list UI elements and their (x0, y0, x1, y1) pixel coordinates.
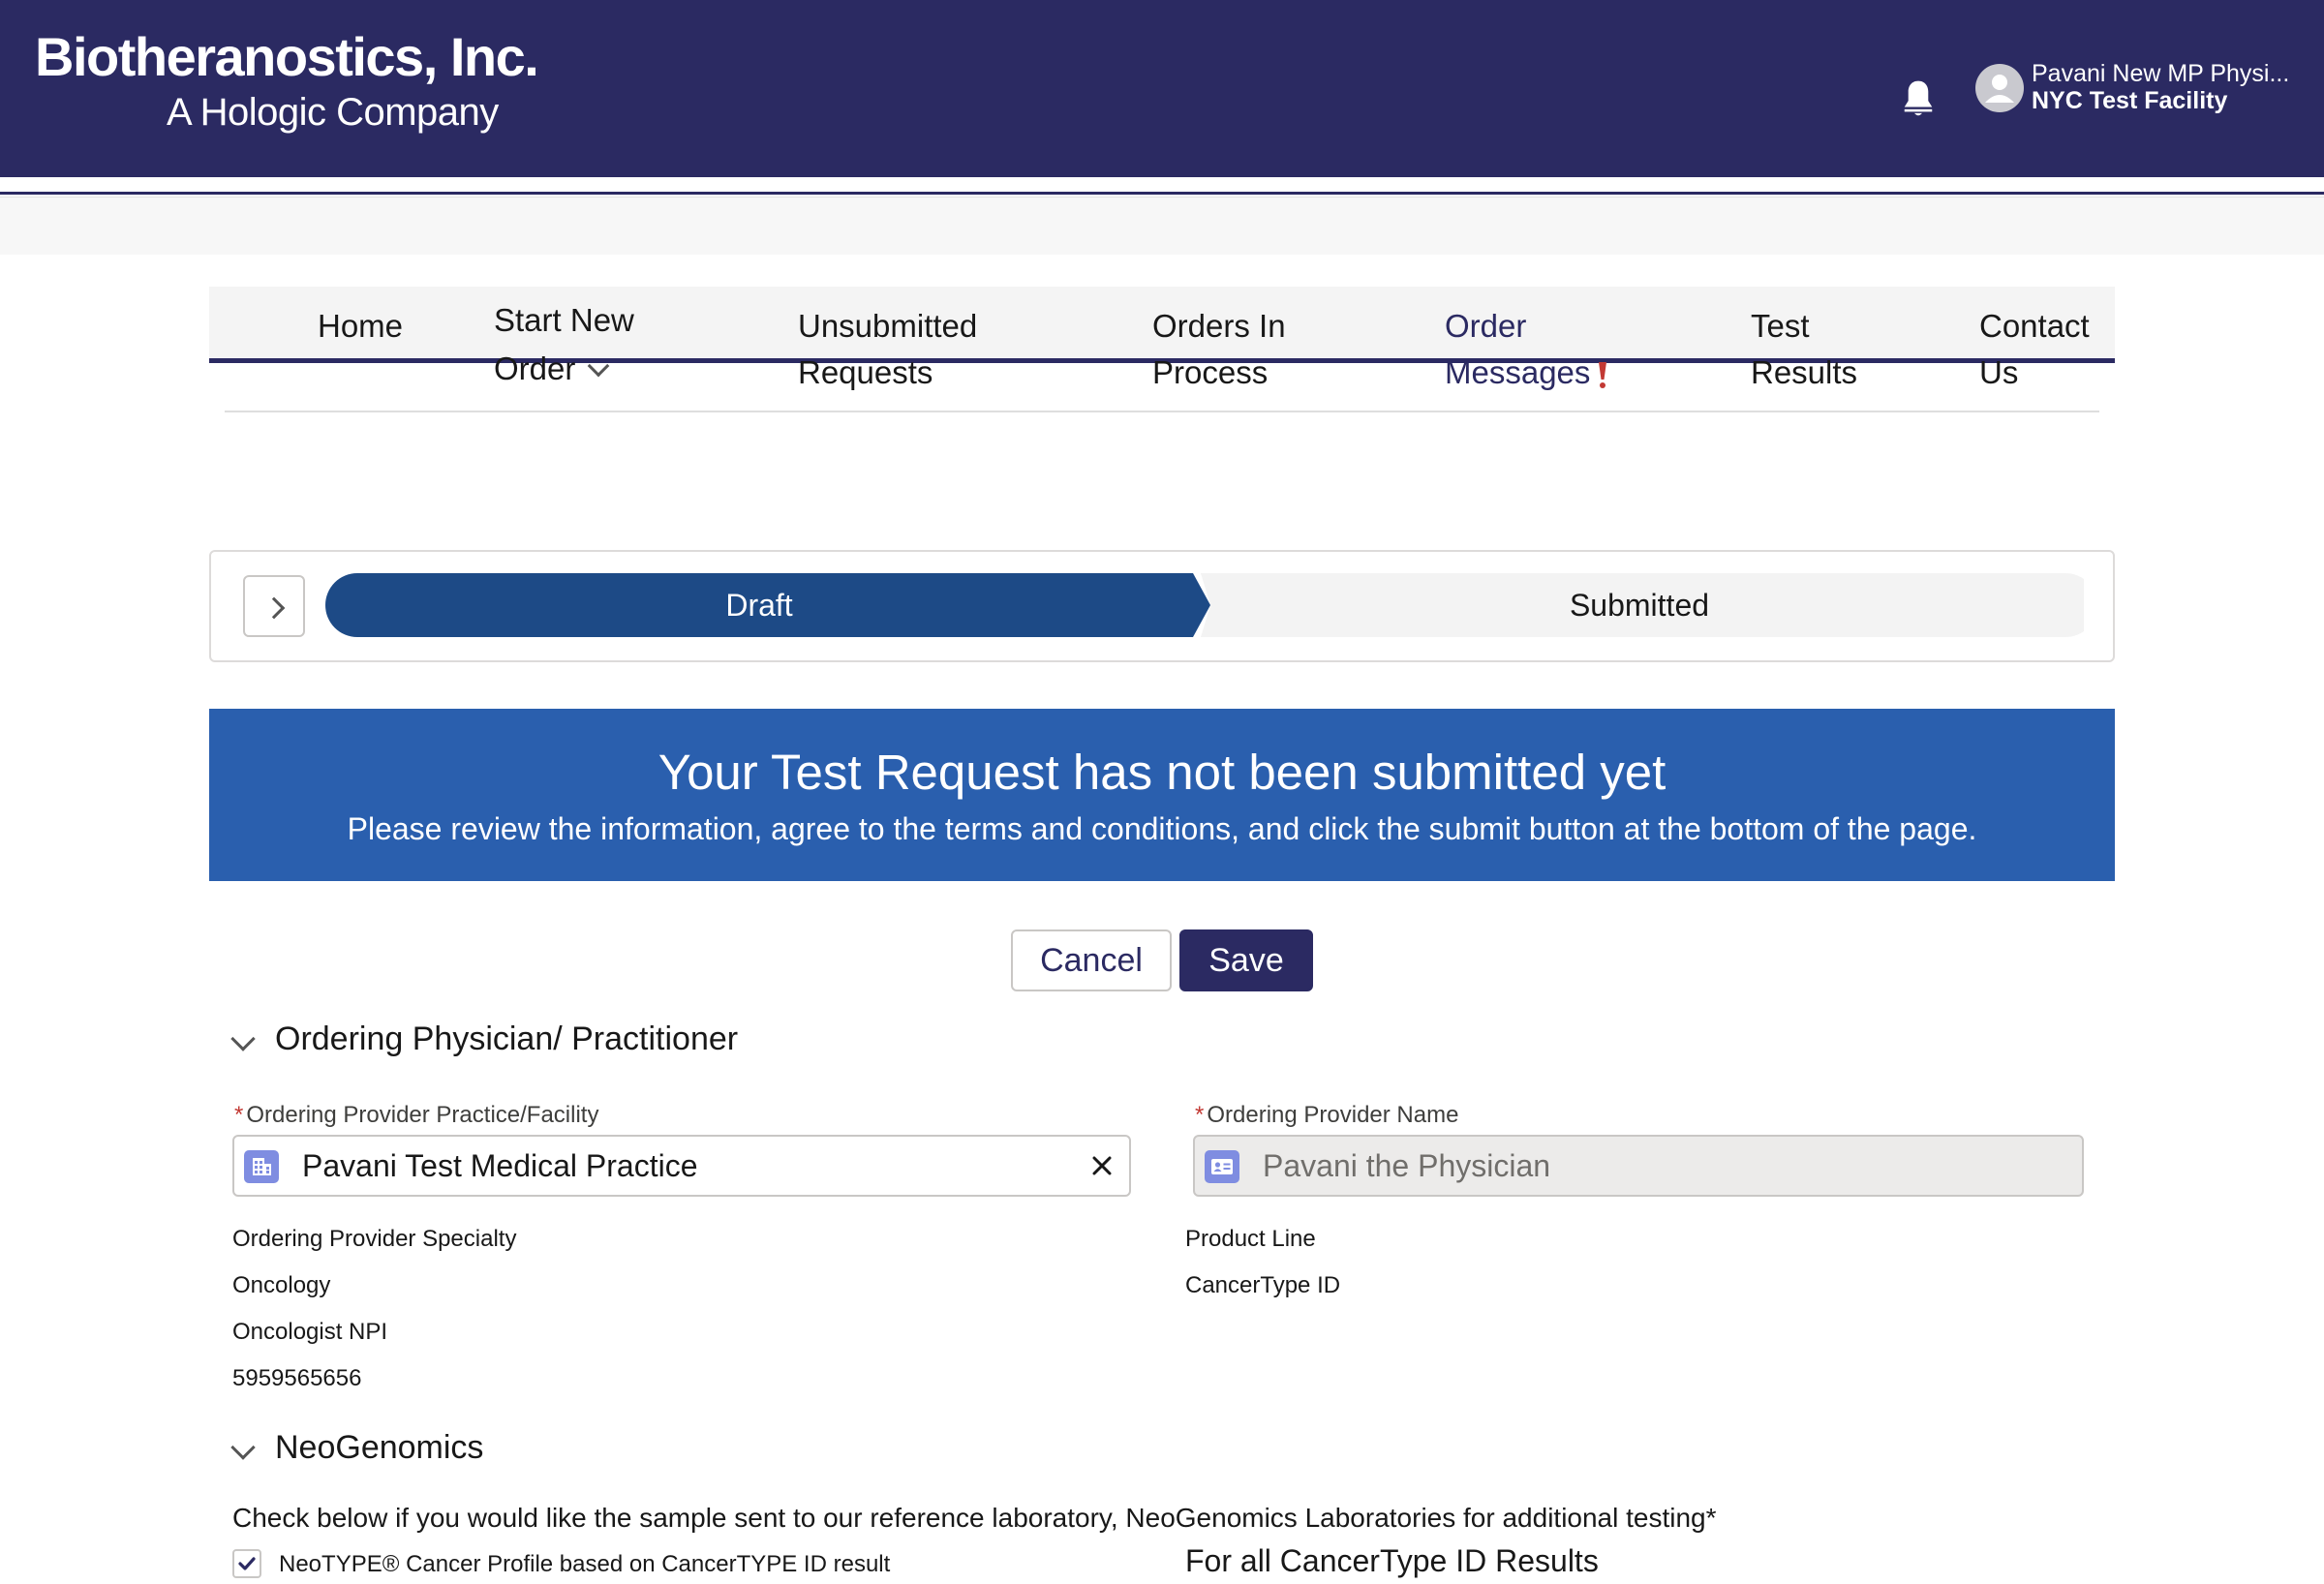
nav-item-label: Test (1751, 308, 1810, 344)
user-avatar[interactable] (1975, 64, 2024, 112)
section-title-physician[interactable]: Ordering Physician/ Practitioner (275, 1020, 738, 1058)
nav-item-label: Contact (1979, 308, 2090, 344)
company-tagline: A Hologic Company (167, 91, 499, 134)
checkmark-icon (238, 1557, 256, 1570)
path-toggle-button[interactable] (243, 575, 305, 637)
banner-title: Your Test Request has not been submitted… (657, 745, 1667, 800)
banner-message: Please review the information, agree to … (347, 811, 1977, 846)
chevron-right-icon (262, 596, 286, 620)
company-logo[interactable]: Biotheranostics, Inc. (35, 25, 539, 88)
nav-item-label-2: Order (494, 350, 576, 386)
npi-label: Oncologist NPI (232, 1319, 388, 1345)
not-submitted-banner: Your Test Request has not been submitted… (209, 709, 2115, 881)
nav-item-label-2: Messages (1445, 354, 1591, 390)
provider-name-field: Pavani the Physician (1193, 1135, 2084, 1197)
cancertype-results-heading: For all CancerType ID Results (1185, 1543, 1599, 1578)
nav-item-start-new-order[interactable]: Start New Order (494, 296, 634, 393)
provider-name-label: * Ordering Provider Name (1195, 1102, 1459, 1128)
facility-lookup[interactable]: Pavani Test Medical Practice (232, 1135, 1131, 1197)
nav-item-label-2: Process (1152, 354, 1269, 390)
user-icon (1985, 75, 2014, 103)
specialty-label: Ordering Provider Specialty (232, 1226, 517, 1252)
nav-item-label: Home (318, 308, 404, 344)
building-icon (244, 1150, 279, 1183)
nav-divider (225, 411, 2099, 412)
provider-name-value: Pavani the Physician (1263, 1148, 1551, 1183)
nav-item-test-results[interactable]: Test Results (1751, 302, 1857, 397)
nav-item-unsubmitted-requests[interactable]: Unsubmitted Requests (798, 302, 977, 397)
nav-item-label-2: Results (1751, 354, 1858, 390)
cancel-button[interactable]: Cancel (1011, 929, 1172, 991)
nav-item-home[interactable]: Home (318, 302, 403, 350)
bell-icon[interactable] (1900, 77, 1937, 118)
specialty-value: Oncology (232, 1272, 331, 1298)
section-title-neogenomics[interactable]: NeoGenomics (275, 1429, 483, 1467)
contact-card-icon (1205, 1150, 1239, 1183)
required-asterisk: * (1195, 1102, 1205, 1128)
neotype-checkbox[interactable] (232, 1549, 261, 1578)
facility-label: * Ordering Provider Practice/Facility (234, 1102, 599, 1128)
npi-value: 5959565656 (232, 1365, 362, 1391)
path-step-draft[interactable]: Draft (325, 573, 1193, 637)
nav-item-orders-in-process[interactable]: Orders In Process (1152, 302, 1286, 397)
nav-item-label-2: Requests (798, 354, 933, 390)
path-step-submitted[interactable]: Submitted (1210, 573, 2068, 637)
sub-header-band (0, 197, 2324, 255)
product-line-label: Product Line (1185, 1226, 1316, 1252)
nav-item-label: Orders In (1152, 308, 1286, 344)
nav-item-order-messages[interactable]: Order Messages (1445, 302, 1609, 397)
nav-item-label: Unsubmitted (798, 308, 978, 344)
top-header: Biotheranostics, Inc. A Hologic Company … (0, 0, 2324, 177)
nav-item-contact-us[interactable]: Contact Us (1979, 302, 2090, 397)
save-button[interactable]: Save (1179, 929, 1313, 991)
chevron-down-icon[interactable] (230, 1435, 256, 1460)
alert-icon (1599, 362, 1607, 389)
nav-item-label-2: Us (1979, 354, 2019, 390)
chevron-down-icon (588, 354, 610, 378)
facility-value: Pavani Test Medical Practice (302, 1148, 698, 1183)
user-name[interactable]: Pavani New MP Physi... (2032, 60, 2289, 88)
neotype-checkbox-label: NeoTYPE® Cancer Profile based on CancerT… (279, 1551, 891, 1577)
user-facility: NYC Test Facility (2032, 87, 2228, 114)
neogenomics-instruction: Check below if you would like the sample… (232, 1503, 1717, 1533)
required-asterisk: * (234, 1102, 244, 1128)
header-divider (0, 192, 2324, 195)
nav-item-label: Order (1445, 308, 1527, 344)
nav-item-label: Start New (494, 302, 634, 338)
close-icon[interactable] (1090, 1154, 1114, 1177)
chevron-down-icon[interactable] (230, 1026, 256, 1051)
product-line-value: CancerType ID (1185, 1272, 1341, 1298)
